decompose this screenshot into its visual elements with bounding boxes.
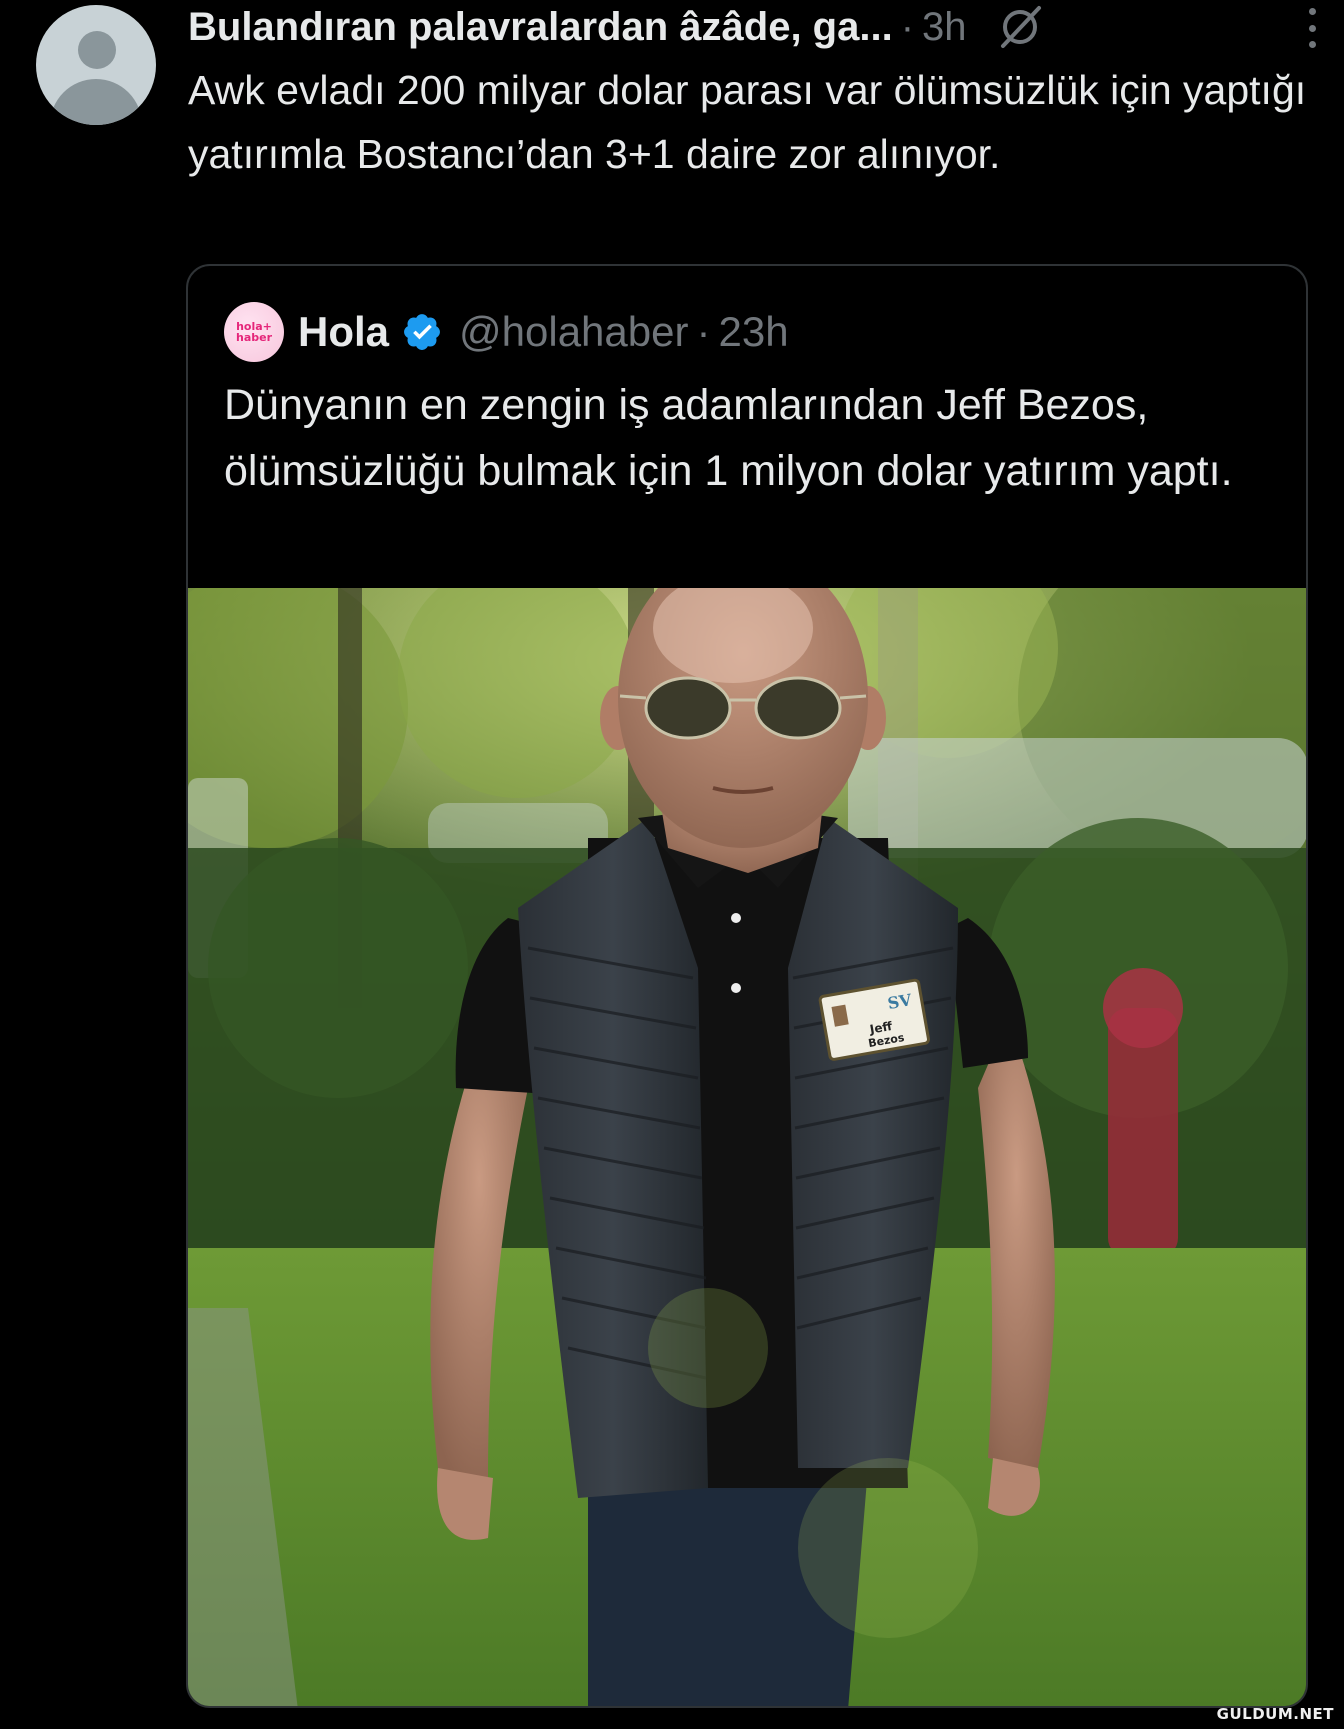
avatar-body-shape: [50, 79, 142, 125]
grok-icon[interactable]: [995, 2, 1045, 52]
quoted-photo[interactable]: SV Jeff Bezos: [188, 588, 1306, 1706]
quoted-avatar[interactable]: hola+ haber: [224, 302, 284, 362]
tweet-text: Awk evladı 200 milyar dolar parası var ö…: [188, 67, 1307, 177]
photo-illustration: SV Jeff Bezos: [188, 588, 1306, 1706]
tweet-timestamp[interactable]: 3h: [922, 5, 967, 50]
user-avatar[interactable]: [36, 5, 156, 125]
quoted-tweet-text: Dünyanın en zengin iş adamlarından Jeff …: [224, 381, 1233, 495]
verified-badge-icon: [404, 314, 440, 350]
quoted-tweet-card[interactable]: hola+ haber Hola @holahaber · 23h Dünyan…: [186, 264, 1308, 1708]
more-icon[interactable]: [1306, 8, 1318, 48]
tweet-header: Bulandıran palavralardan âzâde, ga... · …: [188, 2, 1328, 52]
tweet-page: Bulandıran palavralardan âzâde, ga... · …: [0, 0, 1344, 1729]
quoted-display-name[interactable]: Hola: [298, 308, 389, 356]
quoted-avatar-text-2: haber: [235, 331, 272, 344]
quoted-handle[interactable]: @holahaber: [459, 308, 688, 356]
quoted-separator: ·: [696, 308, 711, 355]
tweet-display-name[interactable]: Bulandıran palavralardan âzâde, ga...: [188, 5, 893, 50]
avatar-head-shape: [78, 31, 116, 69]
tweet-separator: ·: [900, 4, 915, 49]
quoted-timestamp[interactable]: 23h: [718, 308, 788, 356]
quoted-tweet-header: hola+ haber Hola @holahaber · 23h: [224, 302, 789, 362]
watermark: GULDUM.NET: [1216, 1705, 1334, 1723]
